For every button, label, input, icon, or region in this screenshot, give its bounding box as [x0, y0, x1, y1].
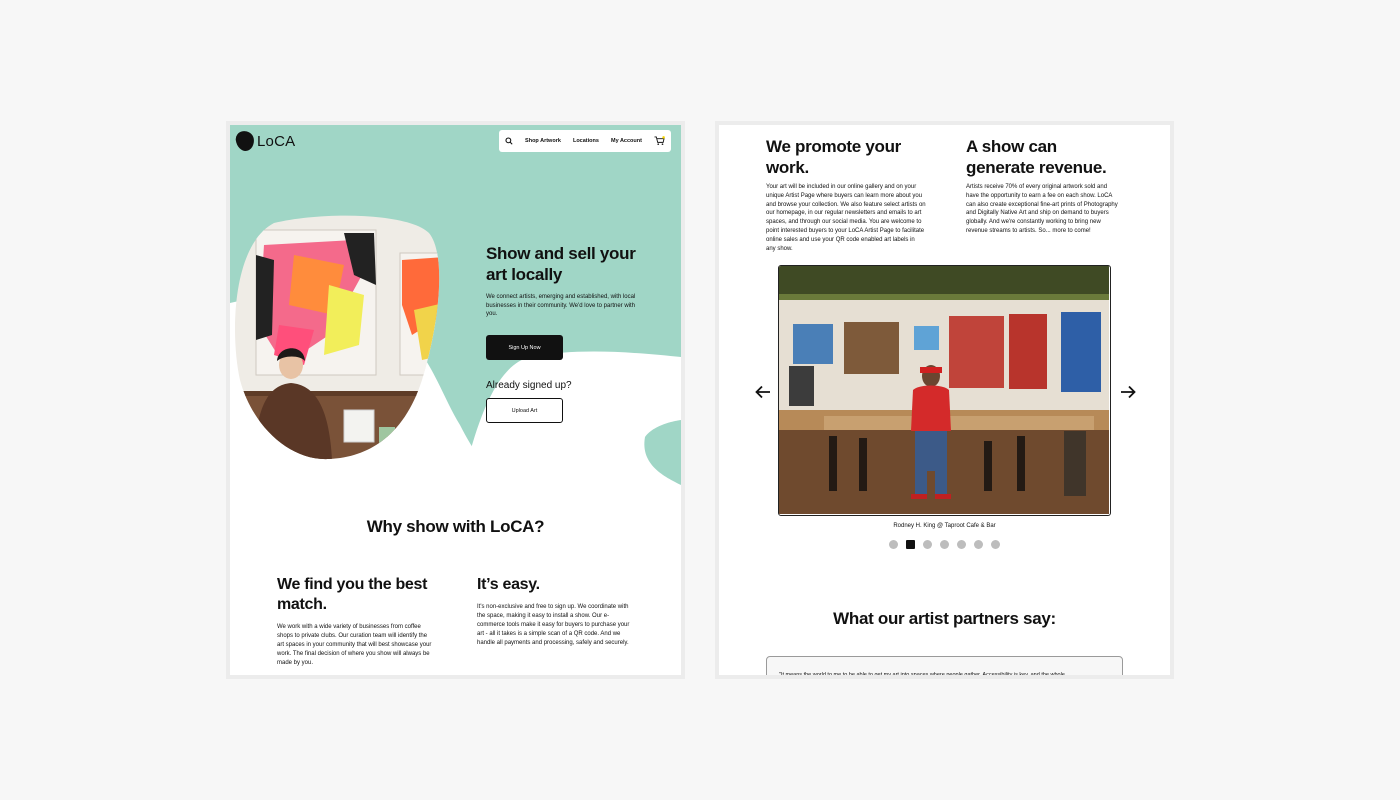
carousel-caption: Rodney H. King @ Taproot Cafe & Bar — [893, 523, 996, 529]
top-navigation: Shop Artwork Locations My Account — [499, 130, 671, 152]
easy-title: It’s easy. — [477, 576, 540, 593]
testimonial-quote: "It means the world to me to be able to … — [779, 672, 1065, 678]
artist-photo — [234, 215, 440, 460]
revenue-text: Artists receive 70% of every original ar… — [966, 184, 1118, 234]
already-signed-up-label: Already signed up? — [486, 380, 572, 391]
carousel-dot[interactable] — [957, 540, 966, 549]
easy-text: It's non-exclusive and free to sign up. … — [477, 604, 630, 646]
testimonial-card: "It means the world to me to be able to … — [766, 656, 1123, 678]
carousel-dot[interactable] — [889, 540, 898, 549]
carousel-next-arrow-icon[interactable] — [1120, 385, 1136, 404]
loca-logo[interactable]: LoCA — [234, 129, 296, 153]
cart-icon[interactable] — [654, 136, 665, 146]
revenue-title: A show can generate revenue. — [966, 137, 1107, 177]
nav-my-account[interactable]: My Account — [611, 138, 642, 144]
carousel-dot[interactable] — [974, 540, 983, 549]
logo-blob-icon — [234, 129, 256, 153]
carousel-dot-active[interactable] — [906, 540, 915, 549]
hero-title: Show and sell your art locally — [486, 244, 636, 284]
carousel-prev-arrow-icon[interactable] — [755, 385, 771, 404]
carousel-dots — [889, 540, 1000, 549]
upload-art-button[interactable]: Upload Art — [486, 398, 563, 423]
promote-text: Your art will be included in our online … — [766, 184, 926, 252]
sign-up-button[interactable]: Sign Up Now — [486, 335, 563, 360]
brand-name: LoCA — [257, 132, 296, 150]
benefits-frame: We promote your work. Your art will be i… — [715, 121, 1174, 679]
hero-section: LoCA Shop Artwork Locations My Account S… — [230, 125, 681, 493]
cafe-photo — [779, 266, 1109, 514]
hero-subtitle: We connect artists, emerging and establi… — [486, 294, 636, 317]
match-title: We find you the best match. — [277, 576, 428, 613]
nav-shop-artwork[interactable]: Shop Artwork — [525, 138, 561, 144]
promote-title: We promote your work. — [766, 137, 901, 177]
search-icon[interactable] — [505, 137, 513, 145]
testimonials-title: What our artist partners say: — [833, 609, 1056, 628]
why-section-title: Why show with LoCA? — [366, 517, 545, 536]
carousel-dot[interactable] — [940, 540, 949, 549]
carousel-dot[interactable] — [991, 540, 1000, 549]
match-text: We work with a wide variety of businesse… — [277, 624, 432, 666]
carousel-photo — [778, 265, 1111, 516]
homepage-hero-frame: LoCA Shop Artwork Locations My Account S… — [226, 121, 685, 679]
nav-locations[interactable]: Locations — [573, 138, 599, 144]
carousel-dot[interactable] — [923, 540, 932, 549]
